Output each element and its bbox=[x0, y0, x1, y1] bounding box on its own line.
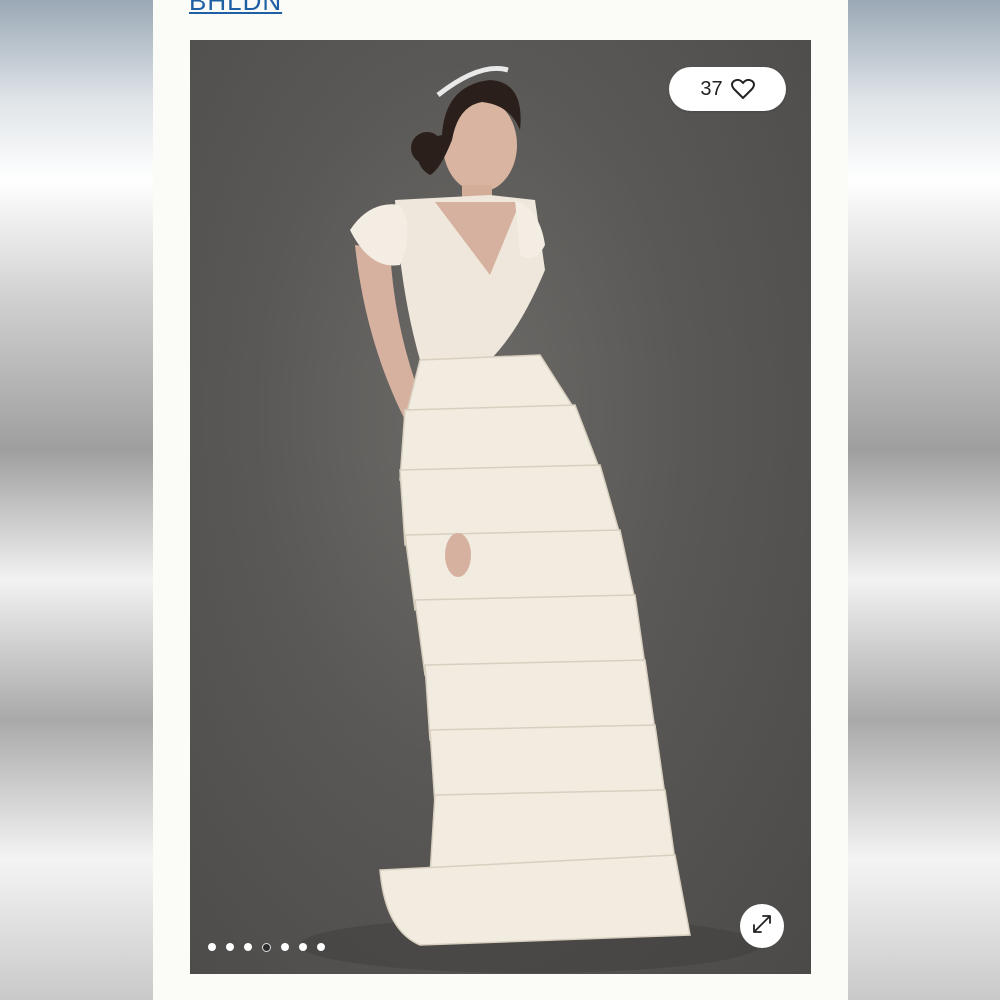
left-background-panel bbox=[0, 0, 153, 1000]
carousel-dot[interactable] bbox=[317, 943, 325, 951]
like-button[interactable]: 37 bbox=[669, 67, 786, 111]
model-in-gown-illustration bbox=[300, 65, 760, 973]
carousel-dot[interactable] bbox=[208, 943, 216, 951]
carousel-dots bbox=[208, 943, 325, 952]
carousel-dot-active[interactable] bbox=[262, 943, 271, 952]
expand-image-button[interactable] bbox=[740, 904, 784, 948]
right-background-panel bbox=[848, 0, 1000, 1000]
expand-arrows-icon bbox=[751, 913, 773, 940]
product-card: BHLDN 37 bbox=[153, 0, 848, 1000]
heart-icon bbox=[730, 78, 755, 100]
carousel-dot[interactable] bbox=[226, 943, 234, 951]
carousel-dot[interactable] bbox=[299, 943, 307, 951]
like-count: 37 bbox=[700, 77, 723, 100]
brand-link[interactable]: BHLDN bbox=[189, 0, 282, 17]
carousel-dot[interactable] bbox=[244, 943, 252, 951]
carousel-dot[interactable] bbox=[281, 943, 289, 951]
product-image[interactable]: 37 bbox=[190, 40, 811, 974]
